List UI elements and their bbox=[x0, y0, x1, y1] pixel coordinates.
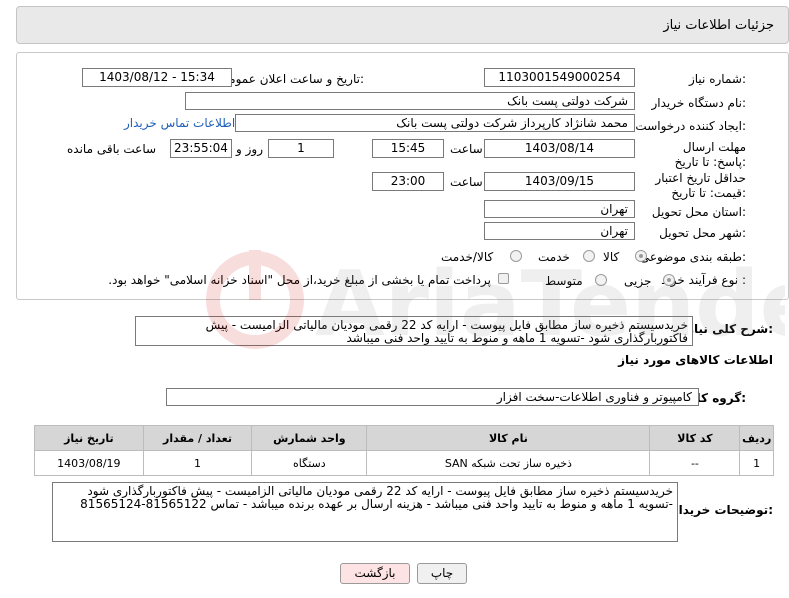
requester-field: محمد شانژاد کارپرداز شرکت دولتی پست بانک bbox=[235, 114, 635, 132]
treasury-payment-checkbox[interactable] bbox=[498, 273, 509, 284]
cell-need-date: 1403/08/19 bbox=[34, 450, 144, 476]
reply-time-field: 15:45 bbox=[372, 139, 444, 158]
price-validity-time-label: ساعت bbox=[450, 175, 483, 189]
col-row: ردیف bbox=[739, 425, 774, 451]
col-name: نام کالا bbox=[366, 425, 651, 451]
requester-label: ایجاد کننده درخواست: bbox=[635, 119, 746, 133]
category-service-radio[interactable] bbox=[583, 250, 595, 262]
remaining-days-field: 1 bbox=[268, 139, 334, 158]
goods-group-field: کامپیوتر و فناوری اطلاعات-سخت افزار bbox=[166, 388, 699, 406]
need-number-label: شماره نیاز: bbox=[688, 72, 746, 86]
page-header: جزئیات اطلاعات نیاز bbox=[16, 6, 789, 44]
category-goods-label: کالا bbox=[603, 250, 620, 264]
buyer-notes-label: توضیحات خریدار: bbox=[671, 503, 773, 517]
announce-datetime-label: تاریخ و ساعت اعلان عمومی: bbox=[219, 72, 364, 86]
announce-datetime-field: 1403/08/12 - 15:34 bbox=[82, 68, 232, 87]
cell-unit: دستگاه bbox=[251, 450, 368, 476]
cell-code: -- bbox=[649, 450, 741, 476]
category-goods-service-radio[interactable] bbox=[510, 250, 522, 262]
back-button[interactable]: بازگشت bbox=[340, 563, 410, 584]
cell-name: ذخیره ساز تحت شبکه SAN bbox=[366, 450, 651, 476]
col-need-date: تاریخ نیاز bbox=[34, 425, 144, 451]
buyer-notes-text: خریدسیستم ذخیره ساز مطابق فایل پیوست - ا… bbox=[52, 482, 678, 542]
table-row: 1 -- ذخیره ساز تحت شبکه SAN دستگاه 1 140… bbox=[34, 450, 774, 476]
col-quantity: تعداد / مقدار bbox=[142, 425, 253, 451]
buyer-org-field: شرکت دولتی پست بانک bbox=[185, 92, 635, 110]
cell-row: 1 bbox=[739, 450, 774, 476]
province-field: تهران bbox=[484, 200, 635, 218]
goods-table: ردیف کد کالا نام کالا واحد شمارش تعداد /… bbox=[34, 425, 774, 476]
buyer-contact-link[interactable]: اطلاعات تماس خریدار bbox=[124, 116, 235, 130]
province-label: استان محل تحویل: bbox=[651, 205, 746, 219]
remaining-time-field: 23:55:04 bbox=[170, 139, 232, 158]
treasury-payment-note: پرداخت تمام یا بخشی از مبلغ خرید،از محل … bbox=[108, 273, 491, 287]
summary-label: شرح کلی نیاز: bbox=[687, 322, 773, 336]
col-code: کد کالا bbox=[649, 425, 741, 451]
price-validity-date-field: 1403/09/15 bbox=[484, 172, 635, 191]
remaining-label: ساعت باقی مانده bbox=[67, 142, 157, 156]
city-field: تهران bbox=[484, 222, 635, 240]
category-goods-radio[interactable] bbox=[635, 250, 647, 262]
category-goods-service-label: کالا/خدمت bbox=[441, 250, 494, 264]
buyer-org-label: نام دستگاه خریدار: bbox=[651, 96, 747, 110]
process-small-radio[interactable] bbox=[663, 274, 675, 286]
need-number-field: 1103001549000254 bbox=[484, 68, 635, 87]
goods-table-header: ردیف کد کالا نام کالا واحد شمارش تعداد /… bbox=[34, 425, 774, 451]
process-medium-radio[interactable] bbox=[595, 274, 607, 286]
cell-quantity: 1 bbox=[142, 450, 253, 476]
process-small-label: جزیی bbox=[624, 274, 652, 288]
print-button[interactable]: چاپ bbox=[417, 563, 467, 584]
city-label: شهر محل تحویل: bbox=[659, 226, 746, 240]
price-validity-time-field: 23:00 bbox=[372, 172, 444, 191]
col-unit: واحد شمارش bbox=[251, 425, 368, 451]
reply-deadline-label: مهلت ارسال پاسخ: تا تاریخ: bbox=[674, 140, 746, 169]
category-service-label: خدمت bbox=[538, 250, 570, 264]
price-validity-label: حداقل تاریخ اعتبار قیمت: تا تاریخ: bbox=[655, 171, 746, 200]
reply-date-field: 1403/08/14 bbox=[484, 139, 635, 158]
category-label: طبقه بندی موضوعی: bbox=[639, 250, 746, 264]
days-label: روز و bbox=[236, 142, 263, 156]
goods-section-title: اطلاعات کالاهای مورد نیاز bbox=[618, 353, 773, 367]
page-title: جزئیات اطلاعات نیاز bbox=[663, 18, 774, 33]
summary-text: خریدسیستم ذخیره ساز مطابق فایل پیوست - ا… bbox=[135, 316, 693, 346]
reply-time-label: ساعت bbox=[450, 142, 483, 156]
process-medium-label: متوسط bbox=[545, 274, 583, 288]
